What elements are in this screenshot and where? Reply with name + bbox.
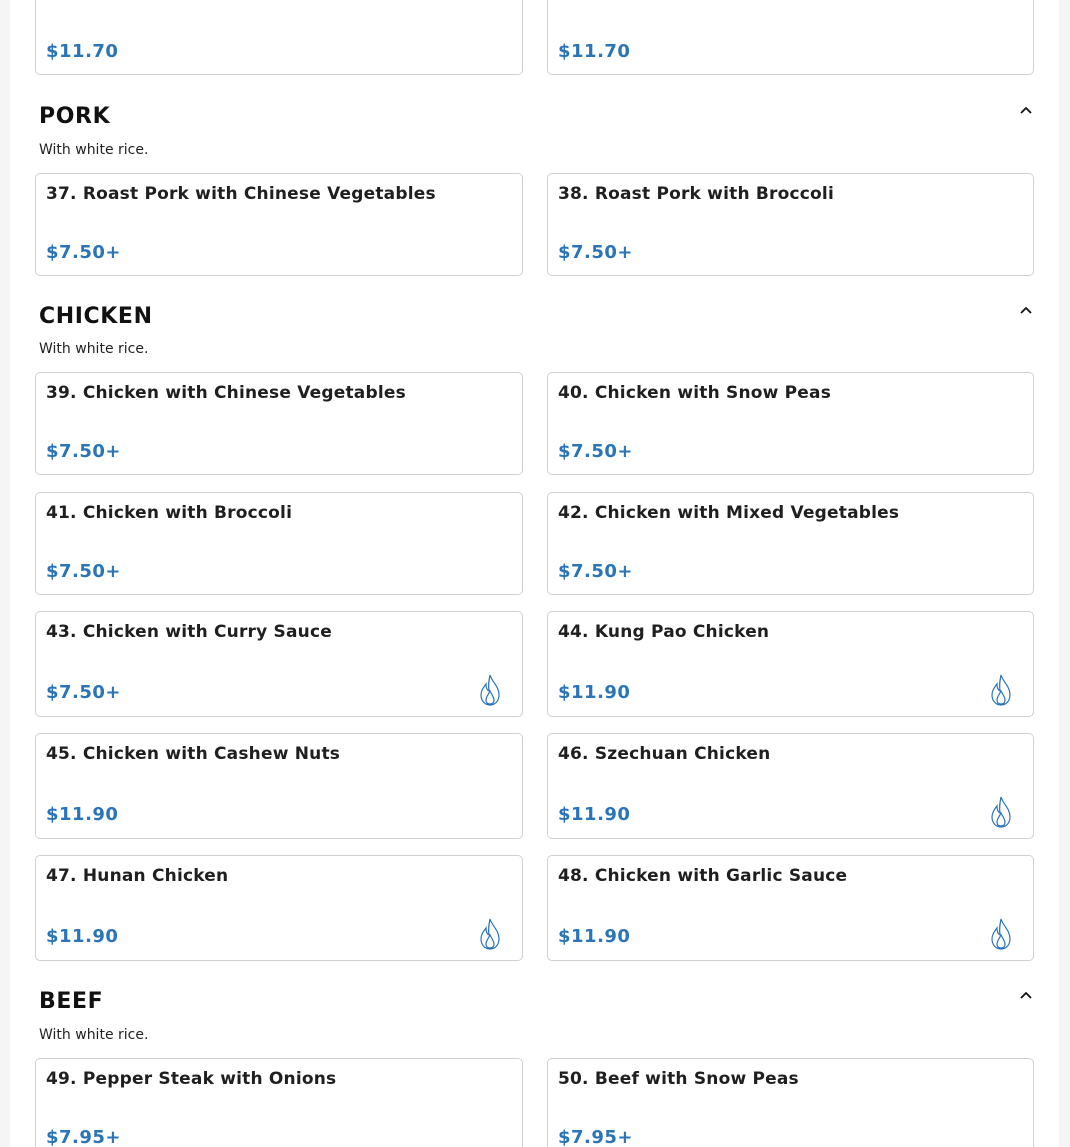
menu-item-card[interactable]: 44. Kung Pao Chicken $11.90: [547, 611, 1034, 717]
item-price: $11.70: [558, 41, 631, 62]
item-name: 37. Roast Pork with Chinese Vegetables: [46, 184, 436, 204]
section-description-beef: With white rice.: [39, 1027, 149, 1043]
menu-item-card[interactable]: 37. Roast Pork with Chinese Vegetables $…: [35, 173, 523, 276]
item-name: 45. Chicken with Cashew Nuts: [46, 744, 341, 764]
item-price: $11.90: [558, 682, 631, 703]
item-price: $7.50+: [558, 441, 634, 462]
flame-icon: [480, 918, 500, 950]
item-name: 40. Chicken with Snow Peas: [558, 383, 832, 403]
item-name: 38. Roast Pork with Broccoli: [558, 184, 834, 204]
item-price: $7.95+: [558, 1127, 634, 1147]
menu-item-card[interactable]: $11.70: [547, 0, 1034, 75]
menu-item-card[interactable]: 46. Szechuan Chicken $11.90: [547, 733, 1034, 839]
flame-icon: [991, 918, 1011, 950]
item-name: 46. Szechuan Chicken: [558, 744, 771, 764]
item-name: 50. Beef with Snow Peas: [558, 1069, 799, 1089]
menu-item-card[interactable]: 43. Chicken with Curry Sauce $7.50+: [35, 611, 523, 717]
menu-item-card[interactable]: 47. Hunan Chicken $11.90: [35, 855, 523, 961]
item-name: 43. Chicken with Curry Sauce: [46, 622, 332, 642]
section-description-chicken: With white rice.: [39, 341, 149, 357]
section-description-pork: With white rice.: [39, 142, 149, 158]
section-title-pork: PORK: [39, 104, 111, 129]
menu-item-card[interactable]: 38. Roast Pork with Broccoli $7.50+: [547, 173, 1034, 276]
item-name: 39. Chicken with Chinese Vegetables: [46, 383, 406, 403]
menu-item-card[interactable]: 45. Chicken with Cashew Nuts $11.90: [35, 733, 523, 839]
chevron-up-icon[interactable]: [1018, 104, 1034, 116]
menu-item-card[interactable]: 40. Chicken with Snow Peas $7.50+: [547, 372, 1034, 475]
section-title-chicken: CHICKEN: [39, 304, 153, 329]
item-price: $7.95+: [46, 1127, 122, 1147]
item-name: 44. Kung Pao Chicken: [558, 622, 770, 642]
menu-item-card[interactable]: 49. Pepper Steak with Onions $7.95+: [35, 1058, 523, 1147]
item-price: $11.90: [558, 804, 631, 825]
item-price: $7.50+: [46, 561, 122, 582]
menu-item-card[interactable]: 50. Beef with Snow Peas $7.95+: [547, 1058, 1034, 1147]
menu-item-card[interactable]: 41. Chicken with Broccoli $7.50+: [35, 492, 523, 595]
item-price: $7.50+: [46, 441, 122, 462]
item-price: $7.50+: [558, 242, 634, 263]
item-name: 47. Hunan Chicken: [46, 866, 229, 886]
menu-item-card[interactable]: 48. Chicken with Garlic Sauce $11.90: [547, 855, 1034, 961]
chevron-up-icon[interactable]: [1018, 989, 1034, 1001]
chevron-up-icon[interactable]: [1018, 304, 1034, 316]
item-price: $11.90: [558, 926, 631, 947]
flame-icon: [480, 674, 500, 706]
item-name: 42. Chicken with Mixed Vegetables: [558, 503, 900, 523]
item-price: $7.50+: [46, 682, 122, 703]
item-price: $11.90: [46, 926, 119, 947]
item-price: $11.70: [46, 41, 119, 62]
flame-icon: [991, 796, 1011, 828]
flame-icon: [991, 674, 1011, 706]
item-price: $7.50+: [558, 561, 634, 582]
item-name: 48. Chicken with Garlic Sauce: [558, 866, 848, 886]
menu-item-card[interactable]: 42. Chicken with Mixed Vegetables $7.50+: [547, 492, 1034, 595]
item-name: 41. Chicken with Broccoli: [46, 503, 293, 523]
item-price: $11.90: [46, 804, 119, 825]
item-name: 49. Pepper Steak with Onions: [46, 1069, 337, 1089]
section-title-beef: BEEF: [39, 989, 104, 1014]
menu-item-card[interactable]: 39. Chicken with Chinese Vegetables $7.5…: [35, 372, 523, 475]
item-price: $7.50+: [46, 242, 122, 263]
menu-item-card[interactable]: $11.70: [35, 0, 523, 75]
